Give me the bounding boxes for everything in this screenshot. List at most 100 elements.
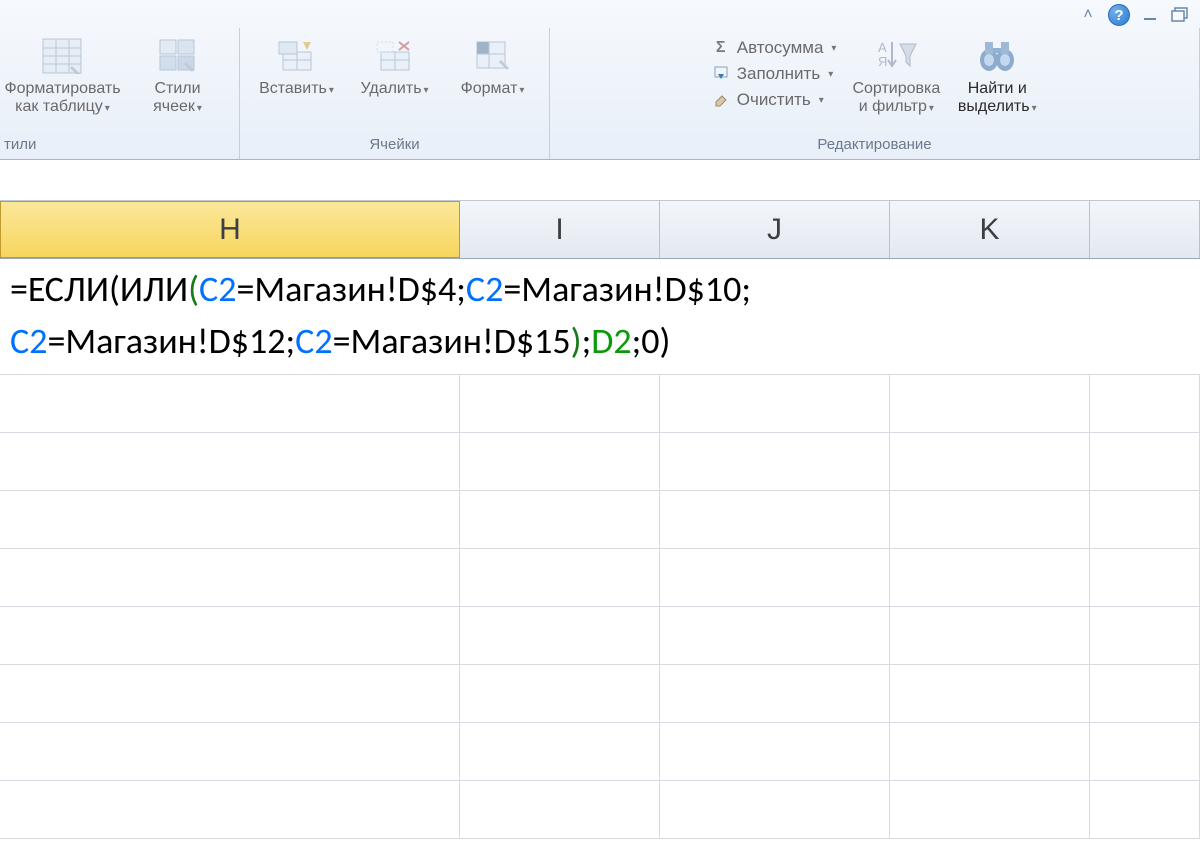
insert-button[interactable]: Вставить▾ [252,32,342,100]
spreadsheet-grid[interactable]: H I J K =ЕСЛИ(ИЛИ(C2=Магазин!D$4;C2=Мага… [0,200,1200,848]
insert-label: Вставить [259,80,327,97]
format-as-table-button[interactable]: Форматироватькак таблицу▾ [0,32,124,119]
column-header-next[interactable] [1090,201,1200,258]
group-editing: Σ Автосумма ▾ Заполнить ▾ Очистить [550,28,1200,159]
table-row[interactable] [0,433,1200,491]
cell[interactable] [460,665,660,722]
cell[interactable] [0,607,460,664]
cell[interactable] [1090,781,1200,838]
cell[interactable] [1090,491,1200,548]
caret-up-icon[interactable]: ˄ [1078,5,1098,25]
dropdown-icon: ▾ [329,85,334,96]
sort-filter-icon: А Я [874,34,918,78]
help-icon[interactable]: ? [1108,4,1130,26]
cell[interactable] [460,433,660,490]
dropdown-icon: ▾ [831,43,836,54]
delete-button[interactable]: Удалить▾ [350,32,440,100]
format-label: Формат [461,80,518,97]
fill-button[interactable]: Заполнить ▾ [707,62,841,86]
formula-text: =ЕСЛИ(ИЛИ(C2=Магазин!D$4;C2=Магазин!D$10… [6,263,751,370]
clear-button[interactable]: Очистить ▾ [707,88,841,112]
dropdown-icon: ▾ [819,95,824,106]
cell[interactable] [460,723,660,780]
cell[interactable] [460,375,660,432]
cell[interactable] [890,607,1090,664]
cell[interactable] [1090,723,1200,780]
column-header-I[interactable]: I [460,201,660,258]
cell-styles-label1: Стили [154,80,200,97]
cell-styles-button[interactable]: Стилиячеек▾ [133,32,223,119]
cell[interactable] [890,781,1090,838]
table-row[interactable] [0,375,1200,433]
cell[interactable] [890,665,1090,722]
cell[interactable] [1090,549,1200,606]
cell[interactable] [0,433,460,490]
minimize-icon[interactable] [1140,5,1160,25]
column-header-J[interactable]: J [660,201,890,258]
group-label-editing: Редактирование [817,132,931,159]
sort-label1: Сортировка [852,80,940,97]
format-button[interactable]: Формат▾ [448,32,538,100]
find-select-button[interactable]: Найти ивыделить▾ [952,32,1042,119]
insert-cells-icon [275,34,319,78]
cell[interactable] [890,433,1090,490]
cell[interactable] [660,491,890,548]
sort-label2: и фильтр [859,98,927,115]
restore-icon[interactable] [1170,5,1190,25]
formula-edit-cell[interactable]: =ЕСЛИ(ИЛИ(C2=Магазин!D$4;C2=Магазин!D$10… [0,259,1200,375]
clear-label: Очистить [737,90,811,110]
cell[interactable] [660,549,890,606]
cell[interactable] [0,665,460,722]
table-row[interactable] [0,665,1200,723]
dropdown-icon: ▾ [1032,103,1037,114]
dropdown-icon: ▾ [105,103,110,114]
cell[interactable] [660,781,890,838]
cell[interactable] [460,781,660,838]
sigma-icon: Σ [711,39,731,57]
cell[interactable] [1090,433,1200,490]
cell[interactable] [660,433,890,490]
cell[interactable] [0,375,460,432]
cell[interactable] [890,375,1090,432]
cell[interactable] [660,665,890,722]
cell[interactable] [890,723,1090,780]
table-icon [40,34,84,78]
cell[interactable] [460,491,660,548]
cell[interactable] [1090,665,1200,722]
cell[interactable] [0,549,460,606]
autosum-button[interactable]: Σ Автосумма ▾ [707,36,841,60]
cell[interactable] [0,491,460,548]
format-cells-icon [471,34,515,78]
column-header-H[interactable]: H [0,201,460,258]
cell[interactable] [0,723,460,780]
table-row[interactable] [0,607,1200,665]
window-controls: ˄ ? [1068,0,1200,30]
fill-label: Заполнить [737,64,820,84]
format-as-table-label2: как таблицу [15,98,103,115]
dropdown-icon: ▾ [519,85,524,96]
delete-label: Удалить [360,80,421,97]
rows: =ЕСЛИ(ИЛИ(C2=Магазин!D$4;C2=Магазин!D$10… [0,259,1200,839]
cell[interactable] [660,375,890,432]
cell[interactable] [660,723,890,780]
group-cells: Вставить▾ Удалить▾ [240,28,550,159]
dropdown-icon: ▾ [424,85,429,96]
table-row[interactable] [0,781,1200,839]
cell[interactable] [1090,375,1200,432]
table-row[interactable] [0,549,1200,607]
cell[interactable] [0,781,460,838]
format-as-table-label1: Форматировать [4,80,120,97]
cell[interactable] [460,607,660,664]
cell[interactable] [660,607,890,664]
table-row[interactable] [0,723,1200,781]
cell[interactable] [890,549,1090,606]
sort-filter-button[interactable]: А Я Сортировкаи фильтр▾ [848,32,944,119]
cell[interactable] [460,549,660,606]
binoculars-icon [975,34,1019,78]
find-label1: Найти и [968,80,1027,97]
cell[interactable] [890,491,1090,548]
table-row[interactable] [0,491,1200,549]
cell[interactable] [1090,607,1200,664]
group-label-cells: Ячейки [369,132,419,159]
column-header-K[interactable]: K [890,201,1090,258]
